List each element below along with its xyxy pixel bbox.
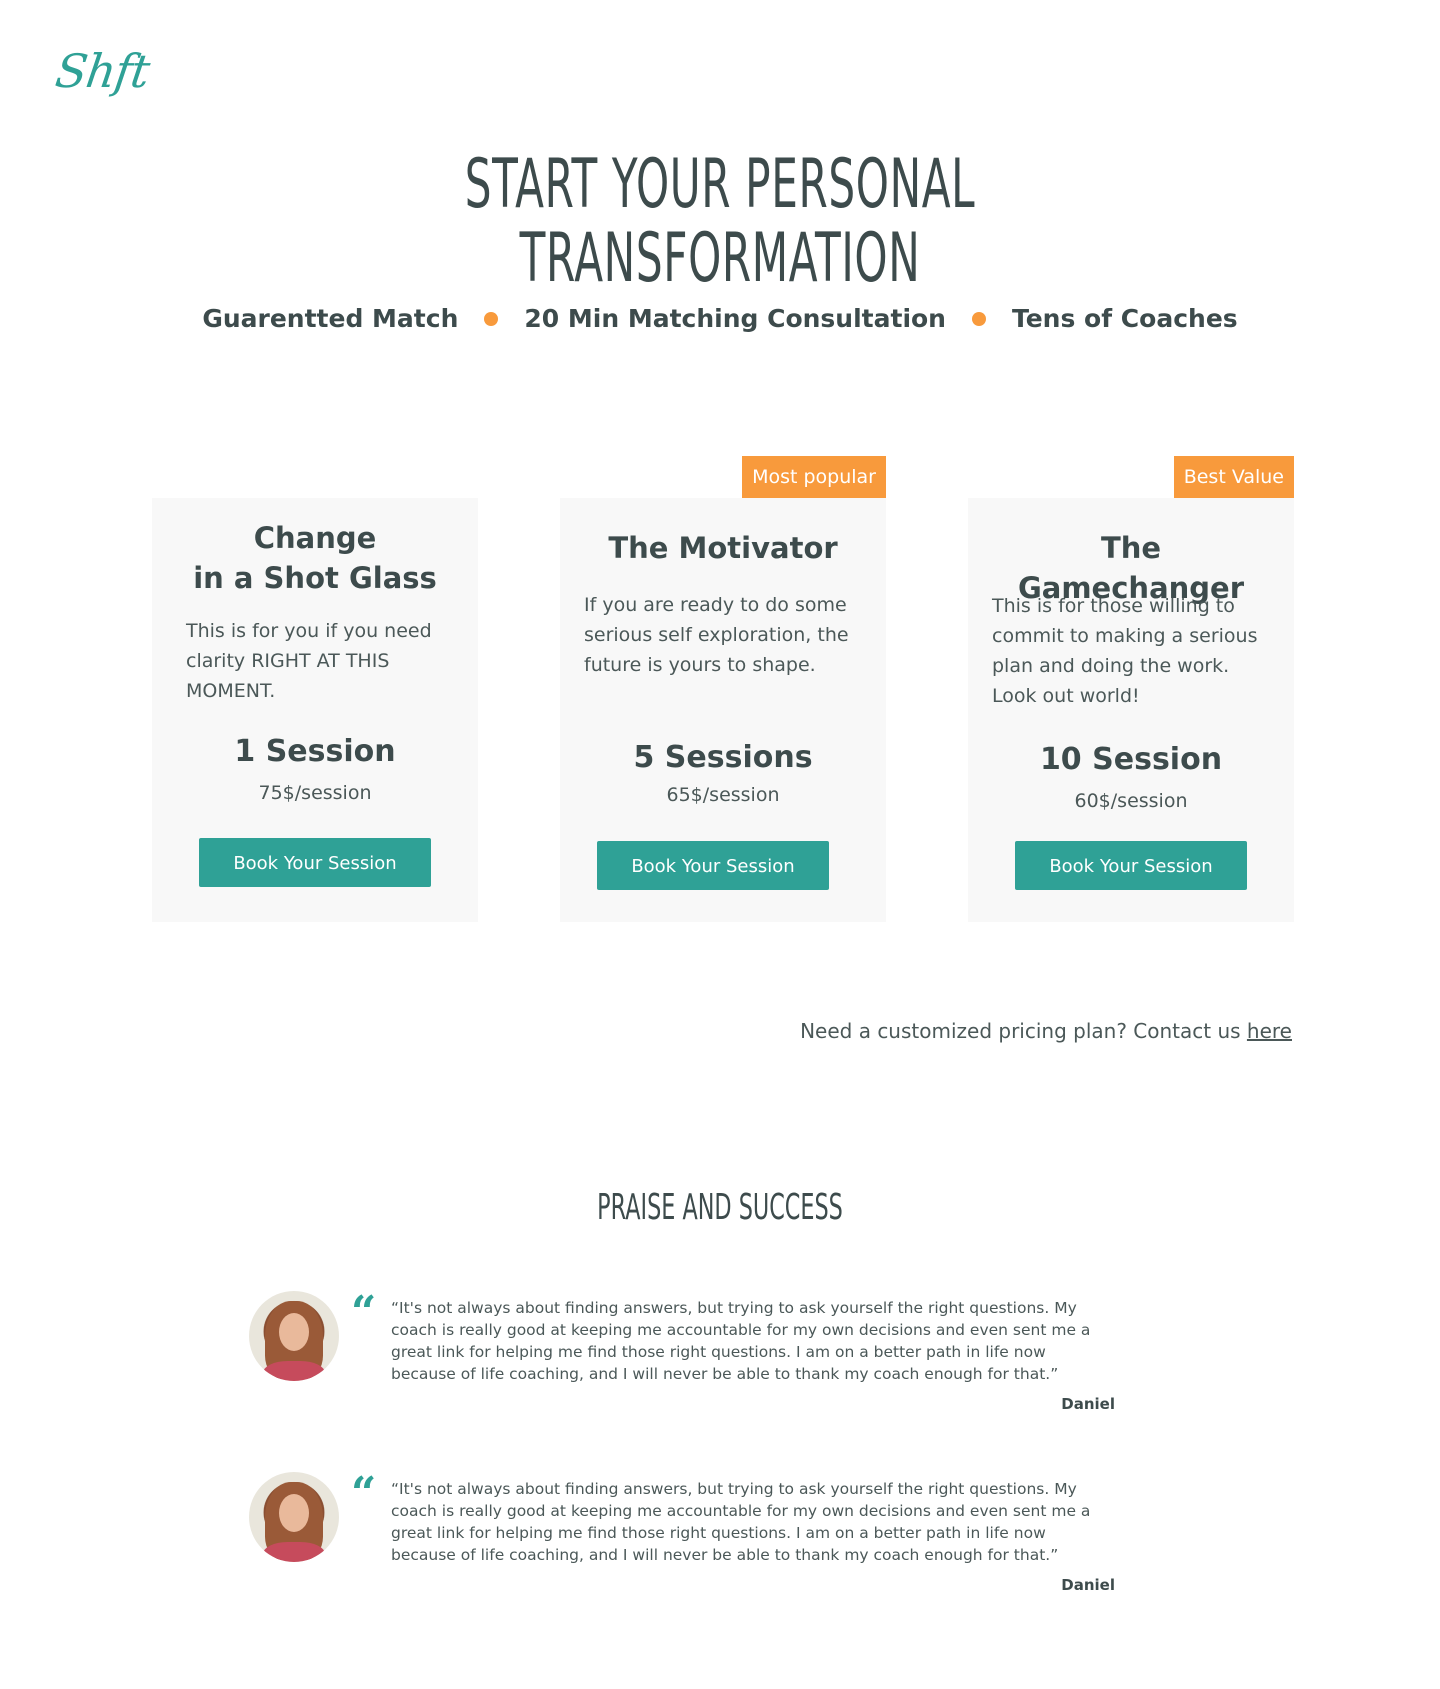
testimonial: “ “It's not always about finding answers… [249, 1468, 1115, 1594]
page-title: START YOUR PERSONAL TRANSFORMATION [464, 145, 976, 298]
pricing-card-gamechanger: Best Value The Gamechanger This is for t… [968, 456, 1294, 922]
quote-icon: “ [351, 1287, 377, 1338]
testimonial-author: Daniel [1061, 1576, 1115, 1594]
feature-tens-of-coaches: Tens of Coaches [1011, 304, 1238, 333]
custom-plan-note: Need a customized pricing plan? Contact … [800, 1019, 1292, 1043]
pricing-card-motivator: Most popular The Motivator If you are re… [560, 456, 886, 922]
card-description: This is for those willing to commit to m… [992, 595, 1258, 707]
book-session-button[interactable]: Book Your Session [1015, 841, 1247, 890]
card-title: Change in a Shot Glass [176, 518, 454, 598]
testimonial: “ “It's not always about finding answers… [249, 1287, 1115, 1413]
feature-list: Guarentted Match 20 Min Matching Consult… [0, 304, 1440, 333]
card-sessions: 10 Session [1039, 742, 1223, 777]
feature-matching-consultation: 20 Min Matching Consultation [524, 304, 946, 333]
pricing-card-shot-glass: Change in a Shot Glass This is for you i… [152, 498, 478, 922]
bullet-dot-icon [971, 311, 986, 326]
card-price: 75$/session [258, 782, 372, 804]
card-title: The Motivator [608, 531, 838, 565]
card-price: 65$/session [666, 784, 780, 806]
best-value-badge: Best Value [1173, 456, 1294, 498]
feature-guaranteed-match: Guarentted Match [202, 304, 459, 333]
card-title-line: Change [253, 521, 377, 555]
book-session-button[interactable]: Book Your Session [199, 838, 431, 887]
book-session-button[interactable]: Book Your Session [597, 841, 829, 890]
testimonial-quote: “It's not always about finding answers, … [391, 1299, 1091, 1383]
card-description: This is for you if you need clarity RIGH… [186, 620, 432, 702]
custom-plan-text: Need a customized pricing plan? Contact … [800, 1019, 1247, 1043]
card-description: If you are ready to do some serious self… [584, 594, 849, 676]
card-price: 60$/session [1074, 790, 1188, 812]
most-popular-badge: Most popular [742, 456, 886, 498]
card-sessions: 5 Sessions [633, 740, 813, 775]
card-sessions: 1 Session [234, 734, 396, 769]
testimonial-author: Daniel [1061, 1395, 1115, 1413]
card-title-line: in a Shot Glass [193, 561, 437, 595]
praise-section-title: PRAISE AND SUCCESS [597, 1187, 843, 1228]
testimonial-quote: “It's not always about finding answers, … [391, 1480, 1091, 1564]
avatar [249, 1472, 339, 1562]
contact-here-link[interactable]: here [1247, 1019, 1292, 1043]
avatar [249, 1291, 339, 1381]
bullet-dot-icon [484, 311, 499, 326]
logo[interactable]: Shft [52, 44, 152, 98]
quote-icon: “ [351, 1468, 377, 1519]
